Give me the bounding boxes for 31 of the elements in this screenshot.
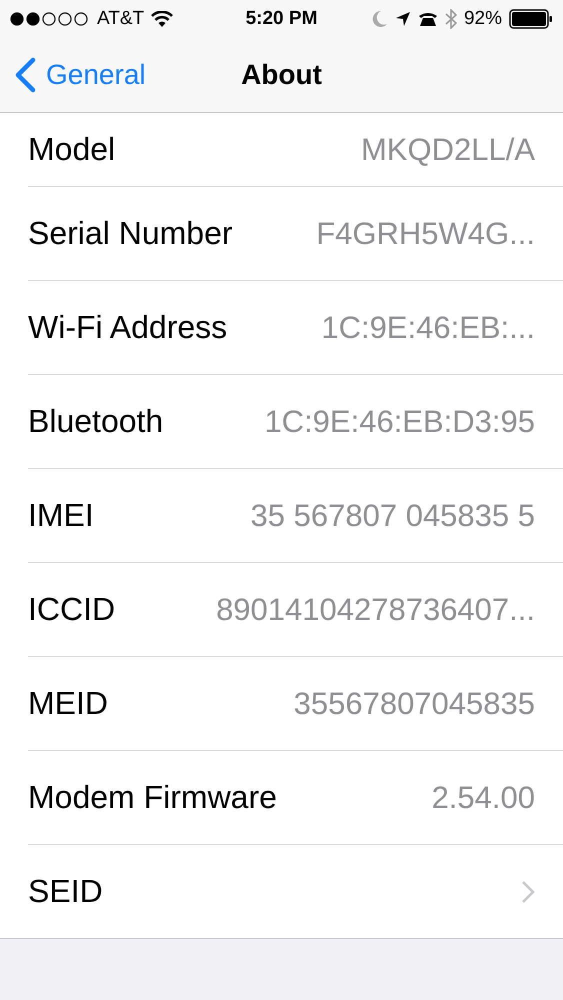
clock-time: 5:20 PM [246,8,318,30]
chevron-right-icon[interactable] [521,880,535,904]
carrier-name: AT&T [97,8,144,30]
row-value: 35 567807 045835 5 [250,498,535,534]
row-label: Wi-Fi Address [28,309,228,346]
row-value: 35567807045835 [294,686,535,722]
wifi-icon [151,10,174,28]
back-button[interactable]: General [0,57,146,93]
telephone-icon [418,11,438,27]
row-value: F4GRH5W4G... [316,216,535,252]
row-value: 2.54.00 [432,780,535,816]
row-value: 1C:9E:46:EB:... [321,310,535,346]
row-label: SEID [28,873,103,910]
row-value: 1C:9E:46:EB:D3:95 [264,404,535,440]
row-value: 89014104278736407... [216,592,535,628]
row-label: Serial Number [28,215,233,252]
row-label: Modem Firmware [28,779,277,816]
battery-percent: 92% [464,8,502,30]
row-label: MEID [28,685,108,722]
row-label: Model [28,131,116,168]
battery-icon [509,9,553,29]
row-label: ICCID [28,591,116,628]
bluetooth-icon [444,9,457,29]
row-value: MKQD2LL/A [360,132,535,168]
back-chevron-icon [14,57,36,93]
row-label: Bluetooth [28,403,164,440]
page-title: About [241,59,322,91]
moon-icon [372,10,388,28]
location-arrow-icon [394,11,411,27]
row-label: IMEI [28,497,94,534]
signal-icon [10,12,90,26]
